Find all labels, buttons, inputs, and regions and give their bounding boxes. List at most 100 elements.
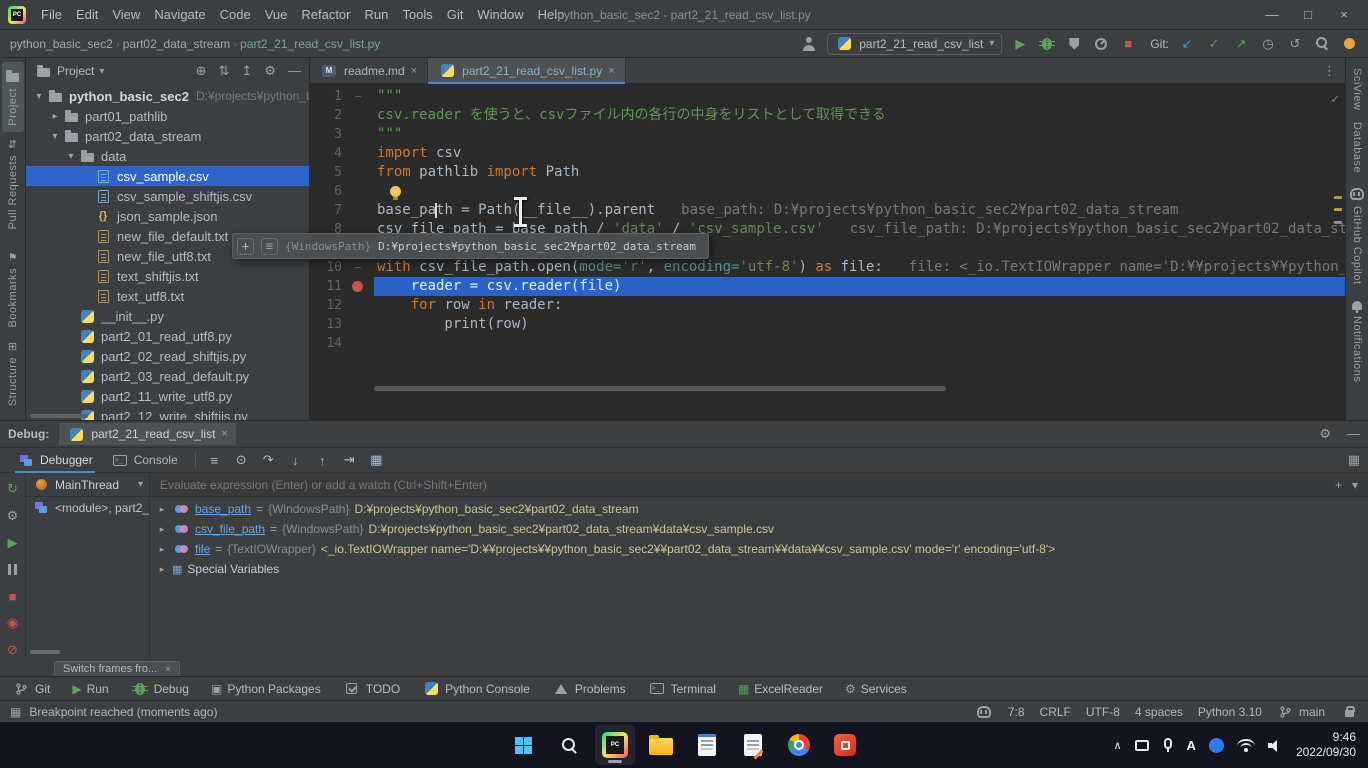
pause-program-button[interactable]	[5, 562, 21, 578]
thread-selector[interactable]: MainThread ▾	[26, 473, 149, 497]
ime-mode-indicator[interactable]: A	[1187, 738, 1196, 753]
resume-program-button[interactable]: ▶	[5, 535, 21, 551]
inspections-ok-icon[interactable]: ✓	[1331, 92, 1339, 107]
update-indicator-icon[interactable]	[1340, 36, 1358, 52]
coverage-button-icon[interactable]	[1065, 36, 1083, 52]
evaluate-expression-button[interactable]: ▦	[366, 452, 387, 468]
tree-item-text-shiftjis-txt[interactable]: text_shiftjis.txt	[26, 266, 309, 286]
blue-status-icon[interactable]	[1209, 738, 1224, 753]
run-to-cursor-button[interactable]: ⇥	[339, 452, 360, 468]
run-config-selector[interactable]: part2_21_read_csv_list▾	[827, 33, 1002, 55]
watch-input[interactable]: Evaluate expression (Enter) or add a wat…	[150, 473, 1368, 497]
step-into-button[interactable]: ↓	[285, 453, 306, 468]
intention-bulb-icon[interactable]	[390, 186, 401, 197]
chevron-right-icon[interactable]: ▸	[157, 564, 167, 575]
gear-icon[interactable]: ⚙	[1319, 426, 1331, 442]
frames-scrollbar[interactable]	[30, 650, 60, 654]
search-everywhere-button-icon[interactable]	[1313, 36, 1331, 52]
volume-icon[interactable]	[1268, 739, 1283, 751]
chevron-down-icon[interactable]: ▾	[32, 91, 46, 102]
taskbar-text-editor-icon[interactable]	[733, 725, 773, 765]
breadcrumb-item-part02-data-stream[interactable]: part02_data_stream	[123, 37, 230, 51]
menu-navigate[interactable]: Navigate	[147, 3, 212, 26]
git-update-button[interactable]: ↙	[1178, 36, 1196, 52]
close-icon[interactable]: ×	[221, 428, 227, 440]
git-push-button[interactable]: ↗	[1232, 36, 1250, 52]
taskbar-search-icon[interactable]	[549, 725, 589, 765]
debug-button-icon[interactable]	[1038, 36, 1056, 52]
stripe-button-database[interactable]: Database	[1349, 116, 1365, 179]
add-watch-icon[interactable]: +	[1335, 478, 1342, 492]
chevron-right-icon[interactable]: ▸	[48, 111, 62, 122]
tree-item-part01-pathlib[interactable]: ▸part01_pathlib	[26, 106, 309, 126]
toolwindow-button-python-packages[interactable]: ▣Python Packages	[211, 682, 321, 696]
taskbar-clock[interactable]: 9:462022/09/30	[1296, 730, 1356, 760]
hidden-icons-chevron-icon[interactable]: ∧	[1113, 739, 1121, 752]
stack-frame-item[interactable]: <module>, part2_	[26, 497, 149, 518]
code-line-3[interactable]: 3"""	[310, 125, 1345, 144]
step-over-button[interactable]: ↷	[258, 452, 279, 468]
stripe-button-notifications[interactable]: Notifications	[1346, 290, 1368, 388]
horizontal-scrollbar[interactable]	[30, 414, 88, 418]
tab-readme-md[interactable]: Mreadme.md×	[310, 58, 428, 83]
code-line-11[interactable]: 11 reader = csv.reader(file)	[310, 277, 1345, 296]
scroll-from-source-button[interactable]: ⇅	[219, 63, 230, 79]
toolwindow-button-problems[interactable]: Problems	[552, 681, 626, 697]
microphone-icon[interactable]	[1164, 738, 1172, 749]
tab-part2-21-read-csv-list-py[interactable]: part2_21_read_csv_list.py×	[428, 58, 626, 83]
caret-position[interactable]: 7:8	[1008, 705, 1025, 719]
toolwindow-button-python-console[interactable]: Python Console	[422, 681, 530, 697]
code-line-2[interactable]: 2csv.reader を使うと、csvファイル内の各行の中身をリストとして取得…	[310, 106, 1345, 125]
line-separator[interactable]: CRLF	[1040, 705, 1071, 719]
tree-item-part2-01-read-utf8-py[interactable]: part2_01_read_utf8.py	[26, 326, 309, 346]
code-line-7[interactable]: 7base_path = Path(__file__).parentbase_p…	[310, 201, 1345, 220]
tree-item-json-sample-json[interactable]: {}json_sample.json	[26, 206, 309, 226]
more-tabs-icon[interactable]: ⋮	[1314, 58, 1345, 83]
tab-close-icon[interactable]: ×	[411, 65, 417, 77]
taskbar-start-icon[interactable]	[503, 725, 543, 765]
code-line-8[interactable]: 8csv_file_path = base_path / 'data' / 'c…	[310, 220, 1345, 239]
menu-view[interactable]: View	[105, 3, 147, 26]
lock-icon[interactable]	[1340, 704, 1358, 720]
git-commit-button[interactable]: ✓	[1205, 36, 1223, 52]
switch-frames-tab[interactable]: Switch frames fro... ×	[54, 661, 180, 676]
code-line-10[interactable]: 10−with csv_file_path.open(mode='r', enc…	[310, 258, 1345, 277]
chevron-right-icon[interactable]: ▸	[157, 504, 167, 515]
indent-style[interactable]: 4 spaces	[1135, 705, 1183, 719]
chevron-down-icon[interactable]: ▾	[1352, 478, 1358, 492]
stripe-button-pull-requests[interactable]: ⇵Pull Requests	[5, 132, 21, 235]
code-editor[interactable]: 1−"""2csv.reader を使うと、csvファイル内の各行の中身をリスト…	[310, 84, 1345, 420]
copilot-status-icon[interactable]	[975, 704, 993, 720]
code-line-6[interactable]: 6	[310, 182, 1345, 201]
tree-item-part02-data-stream[interactable]: ▾part02_data_stream	[26, 126, 309, 146]
close-icon[interactable]: ×	[165, 664, 171, 675]
code-line-5[interactable]: 5from pathlib import Path	[310, 163, 1345, 182]
code-line-14[interactable]: 14	[310, 334, 1345, 353]
breadcrumb-item-python-basic-sec2[interactable]: python_basic_sec2	[10, 37, 113, 51]
analysis-marker[interactable]	[1334, 196, 1342, 199]
toolwindow-button-run[interactable]: ▶Run	[72, 682, 108, 696]
debugger-settings-button[interactable]: ⚙	[5, 508, 21, 524]
variable-row-file[interactable]: ▸file={TextIOWrapper}<_io.TextIOWrapper …	[150, 539, 1368, 559]
toolwindow-button-debug[interactable]: Debug	[131, 681, 189, 697]
menu-edit[interactable]: Edit	[69, 3, 105, 26]
chevron-down-icon[interactable]: ▾	[64, 151, 78, 162]
taskbar-pycharm-icon[interactable]: PC	[595, 725, 635, 765]
taskbar-notepad-icon[interactable]	[687, 725, 727, 765]
breadcrumb-item-part2-21-read-csv-list-py[interactable]: part2_21_read_csv_list.py	[240, 37, 380, 51]
menu-file[interactable]: File	[34, 3, 69, 26]
tree-item-csv-sample-csv[interactable]: csv_sample.csv	[26, 166, 309, 186]
code-line-9[interactable]: 9	[310, 239, 1345, 258]
wifi-icon[interactable]	[1237, 739, 1255, 752]
menu-vue[interactable]: Vue	[258, 3, 295, 26]
collapse-all-button[interactable]: ↥	[241, 63, 252, 79]
debug-tab-debugger[interactable]: Debugger	[8, 448, 102, 472]
profiler-button-icon[interactable]	[1092, 36, 1110, 52]
code-line-4[interactable]: 4import csv	[310, 144, 1345, 163]
close-button[interactable]: ×	[1326, 7, 1362, 22]
tree-item-part2-02-read-shiftjis-py[interactable]: part2_02_read_shiftjis.py	[26, 346, 309, 366]
view-options-button[interactable]: ≡	[204, 453, 225, 468]
tree-item-new-file-default-txt[interactable]: new_file_default.txt	[26, 226, 309, 246]
rollback-button[interactable]: ↺	[1286, 36, 1304, 52]
debug-session-tab[interactable]: part2_21_read_csv_list ×	[59, 423, 236, 445]
